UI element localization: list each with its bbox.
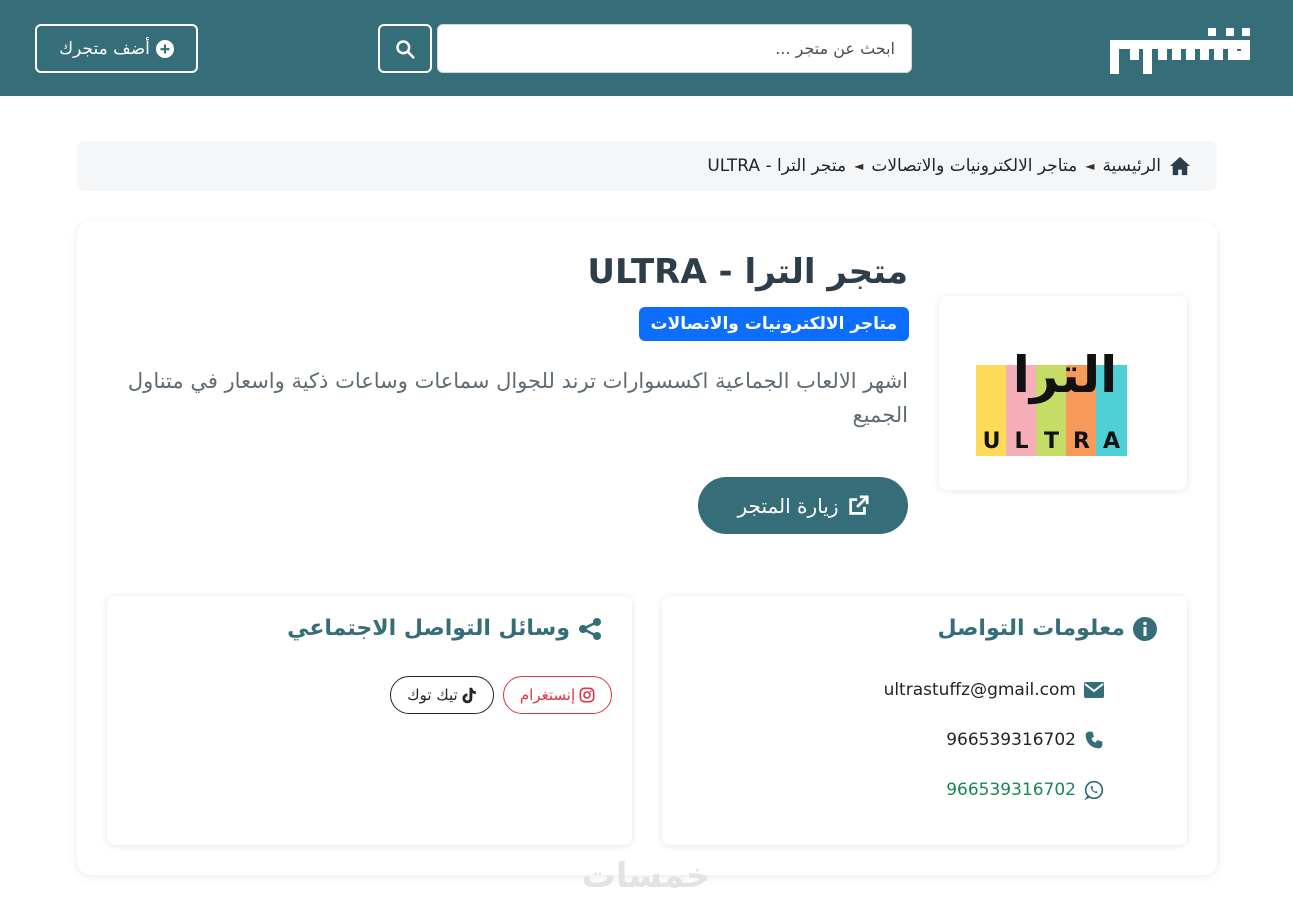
social-media-card: وسائل التواصل الاجتماعي [107,596,632,845]
contact-email-row[interactable]: ultrastuffz@gmail.com [884,678,1104,702]
breadcrumb-current: متجر الترا - ULTRA [707,156,847,176]
contact-info-card: معلومات التواصل [662,596,1187,845]
contact-phone: 966539316702 [946,730,1076,750]
instagram-link[interactable]: إنستغرام [503,676,612,714]
visit-store-label: زيارة المتجر [737,493,839,518]
contact-email: ultrastuffz@gmail.com [883,680,1076,700]
breadcrumb-separator: ◄ [854,159,864,173]
khamsat-watermark: خمسات [581,856,711,896]
instagram-label: إنستغرام [519,686,576,704]
instagram-icon [579,687,595,703]
phone-icon [1085,731,1103,749]
envelope-icon [1084,682,1104,698]
logo-letter: U [983,429,1001,454]
info-icon [1133,616,1157,641]
breadcrumb-category-link[interactable]: متاجر الالكترونيات والاتصالات [871,156,1077,176]
store-description: اشهر الالعاب الجماعية اكسسوارات ترند للج… [127,369,908,427]
store-title: متجر الترا - ULTRA [587,252,908,292]
plus-circle-icon [155,39,174,58]
search-box [437,24,912,73]
search-button[interactable] [378,24,432,73]
search-input[interactable] [438,25,895,72]
store-logo-arabic: الترا [1013,346,1118,405]
tiktok-icon [462,687,476,703]
social-heading: وسائل التواصل الاجتماعي [287,616,602,641]
site-header: أضف متجرك [0,0,1293,96]
logo-letter: A [1103,429,1120,454]
contact-heading: معلومات التواصل [938,616,1157,641]
logo-letter: T [1044,429,1059,454]
search-icon [396,39,415,59]
breadcrumb-separator: ◄ [1085,159,1095,173]
whatsapp-icon [1084,780,1104,800]
visit-store-button[interactable]: زيارة المتجر [698,477,908,534]
breadcrumb: الرئيسية ◄ متاجر الالكترونيات والاتصالات… [77,141,1217,191]
share-icon [579,617,601,640]
logo-letter: R [1073,429,1090,454]
contact-whatsapp-row[interactable]: 966539316702 [946,778,1104,802]
add-store-button[interactable]: أضف متجرك [35,24,198,73]
home-icon [1170,156,1190,176]
site-logo[interactable] [1108,25,1252,75]
store-logo: الترا ULTRA [976,346,1127,456]
tiktok-label: تيك توك [407,686,458,704]
logo-letter: L [1014,429,1028,454]
social-heading-text: وسائل التواصل الاجتماعي [287,616,570,641]
store-logo-card: الترا ULTRA [939,296,1187,490]
breadcrumb-home-link[interactable]: الرئيسية [1102,156,1161,176]
contact-heading-text: معلومات التواصل [937,616,1125,641]
tiktok-link[interactable]: تيك توك [390,676,494,714]
contact-whatsapp: 966539316702 [946,780,1076,800]
category-badge[interactable]: متاجر الالكترونيات والاتصالات [638,307,909,341]
add-store-label: أضف متجرك [59,38,150,59]
external-link-icon [848,494,869,515]
contact-phone-row[interactable]: 966539316702 [946,728,1104,752]
